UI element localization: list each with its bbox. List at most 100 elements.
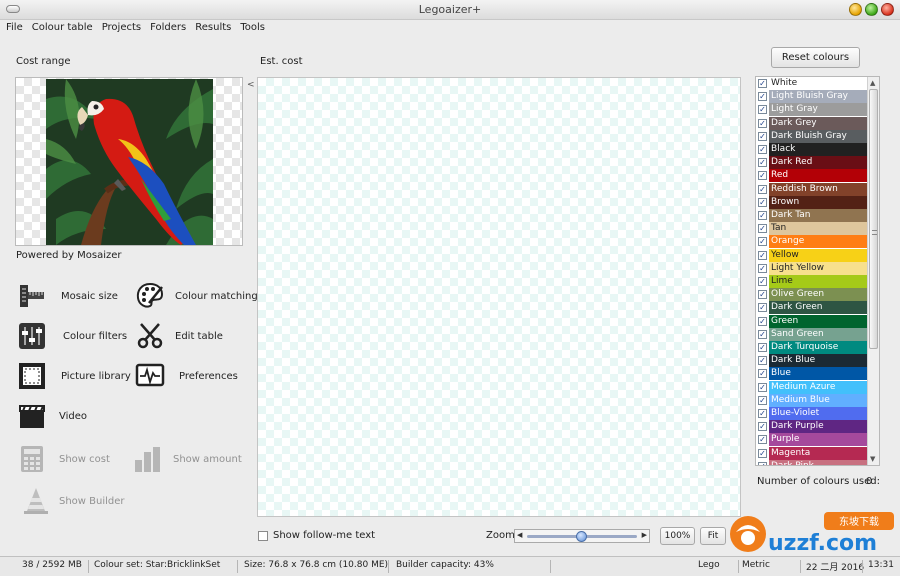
colour-item[interactable]: ✓ Dark Red: [756, 156, 868, 170]
status-date: 22 二月 2016: [806, 563, 865, 573]
close-button[interactable]: [881, 3, 894, 16]
colour-checkbox[interactable]: ✓: [758, 316, 767, 326]
colour-item[interactable]: ✓ Light Yellow: [756, 261, 868, 275]
colour-item[interactable]: ✓ Blue: [756, 367, 868, 381]
zoom-slider-knob[interactable]: [576, 531, 588, 542]
colour-item[interactable]: ✓ Light Gray: [756, 103, 868, 117]
colour-item[interactable]: ✓ Sand Green: [756, 327, 868, 341]
colour-checkbox[interactable]: ✓: [758, 131, 767, 141]
colour-checkbox[interactable]: ✓: [758, 224, 767, 234]
colour-item[interactable]: ✓ Black: [756, 143, 868, 156]
colour-item[interactable]: ✓ Dark Blue: [756, 354, 868, 368]
colour-list-scrollbar[interactable]: ▲ ▼: [867, 77, 879, 465]
colour-item[interactable]: ✓ Red: [756, 169, 868, 183]
colour-checkbox[interactable]: ✓: [758, 290, 767, 300]
colour-item[interactable]: ✓ Purple: [756, 433, 868, 447]
colour-checkbox[interactable]: ✓: [758, 211, 767, 220]
colour-checkbox[interactable]: ✓: [758, 105, 767, 115]
scroll-up-arrow-icon[interactable]: ▲: [870, 79, 875, 87]
colour-checkbox[interactable]: ✓: [758, 382, 767, 392]
colour-item[interactable]: ✓ Tan: [756, 222, 868, 236]
colour-checkbox[interactable]: ✓: [758, 79, 767, 88]
maximize-button[interactable]: [865, 3, 878, 16]
reset-colours-button[interactable]: Reset colours: [771, 47, 860, 68]
zoom-100-button[interactable]: 100%: [660, 527, 695, 545]
menu-projects[interactable]: Projects: [102, 20, 141, 36]
preferences-tool[interactable]: Preferences: [135, 361, 238, 391]
colour-checkbox[interactable]: ✓: [758, 395, 767, 405]
video-tool[interactable]: Video: [17, 401, 87, 431]
status-brand[interactable]: Lego: [698, 560, 720, 570]
colour-checkbox[interactable]: ✓: [758, 329, 767, 339]
colour-item[interactable]: ✓ Blue-Violet: [756, 407, 868, 420]
mosaic-size-tool[interactable]: Mosaic size: [17, 281, 118, 311]
menu-folders[interactable]: Folders: [150, 20, 186, 36]
source-image-preview[interactable]: [15, 77, 243, 246]
colour-matching-tool[interactable]: Colour matching: [135, 281, 258, 311]
show-builder-tool[interactable]: Show Builder: [21, 486, 125, 516]
colour-checkbox[interactable]: ✓: [758, 250, 767, 260]
colour-checkbox[interactable]: ✓: [758, 303, 767, 313]
colour-item[interactable]: ✓ Dark Turquoise: [756, 341, 868, 354]
collapse-panel-arrow[interactable]: <: [247, 80, 255, 90]
scroll-down-arrow-icon[interactable]: ▼: [870, 455, 875, 463]
colour-checkbox[interactable]: ✓: [758, 369, 767, 379]
colour-checkbox[interactable]: ✓: [758, 343, 767, 352]
colour-item[interactable]: ✓ Medium Azure: [756, 380, 868, 394]
zoom-slider[interactable]: ◀ ▶: [514, 529, 650, 543]
colour-checkbox[interactable]: ✓: [758, 118, 767, 128]
colour-checkbox[interactable]: ✓: [758, 277, 767, 286]
menu-file[interactable]: File: [6, 20, 23, 36]
colour-checkbox[interactable]: ✓: [758, 158, 767, 168]
colour-item[interactable]: ✓ Light Bluish Gray: [756, 90, 868, 104]
edit-table-tool[interactable]: Edit table: [135, 321, 223, 351]
scrollbar-thumb[interactable]: [869, 89, 878, 349]
menu-colour-table[interactable]: Colour table: [32, 20, 93, 36]
colour-item[interactable]: ✓ Yellow: [756, 248, 868, 262]
zoom-in-arrow-icon[interactable]: ▶: [642, 531, 647, 539]
palette-icon: [136, 282, 164, 308]
minimize-button[interactable]: [849, 3, 862, 16]
colour-item[interactable]: ✓ Dark Purple: [756, 420, 868, 434]
show-cost-tool[interactable]: Show cost: [17, 444, 110, 474]
mosaic-canvas[interactable]: [257, 77, 741, 517]
colour-checkbox[interactable]: ✓: [758, 197, 767, 207]
colour-item[interactable]: ✓ Dark Pink: [756, 459, 868, 465]
colour-item[interactable]: ✓ Dark Green: [756, 301, 868, 315]
colour-item[interactable]: ✓ Dark Tan: [756, 209, 868, 222]
colour-checkbox[interactable]: ✓: [758, 171, 767, 181]
colour-item[interactable]: ✓ White: [756, 77, 868, 90]
colour-checkbox[interactable]: ✓: [758, 409, 767, 418]
show-follow-me-checkbox[interactable]: [258, 531, 268, 541]
colour-checkbox[interactable]: ✓: [758, 356, 767, 366]
colour-item[interactable]: ✓ Green: [756, 314, 868, 328]
colour-checkbox[interactable]: ✓: [758, 461, 767, 465]
colour-filters-tool[interactable]: Colour filters: [17, 321, 127, 351]
colour-item[interactable]: ✓ Olive Green: [756, 288, 868, 302]
colour-checkbox[interactable]: ✓: [758, 145, 767, 154]
status-units[interactable]: Metric: [742, 560, 770, 570]
colour-list[interactable]: ✓ White ✓ Light Bluish Gray ✓ Light Gray ✓ Dark…: [755, 76, 880, 466]
colour-checkbox[interactable]: ✓: [758, 422, 767, 432]
colour-checkbox[interactable]: ✓: [758, 237, 767, 247]
colour-item[interactable]: ✓ Lime: [756, 275, 868, 288]
show-amount-tool[interactable]: Show amount: [133, 444, 242, 474]
menu-tools[interactable]: Tools: [240, 20, 265, 36]
picture-library-tool[interactable]: Picture library: [17, 361, 131, 391]
colour-item[interactable]: ✓ Orange: [756, 235, 868, 249]
colour-checkbox[interactable]: ✓: [758, 435, 767, 445]
colour-item[interactable]: ✓ Dark Bluish Gray: [756, 129, 868, 143]
show-amount-label: Show amount: [173, 454, 242, 465]
zoom-out-arrow-icon[interactable]: ◀: [517, 531, 522, 539]
fit-button[interactable]: Fit: [700, 527, 726, 545]
colour-checkbox[interactable]: ✓: [758, 263, 767, 273]
colour-checkbox[interactable]: ✓: [758, 448, 767, 458]
colour-item[interactable]: ✓ Medium Blue: [756, 393, 868, 407]
colour-item[interactable]: ✓ Dark Grey: [756, 116, 868, 130]
colour-item[interactable]: ✓ Brown: [756, 195, 868, 209]
colour-checkbox[interactable]: ✓: [758, 92, 767, 102]
colour-checkbox[interactable]: ✓: [758, 184, 767, 194]
colour-item[interactable]: ✓ Magenta: [756, 446, 868, 460]
menu-results[interactable]: Results: [195, 20, 231, 36]
colour-item[interactable]: ✓ Reddish Brown: [756, 182, 868, 196]
